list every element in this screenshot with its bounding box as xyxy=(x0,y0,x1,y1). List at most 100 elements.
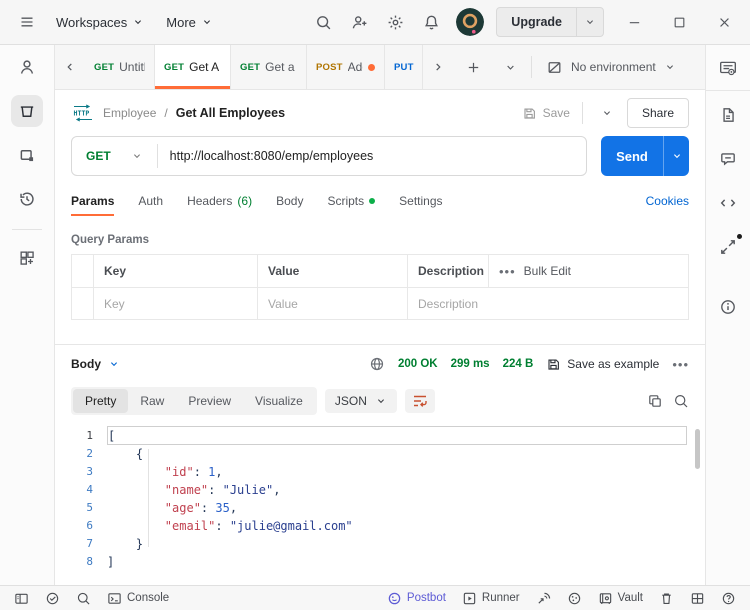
code-line[interactable]: 5 "age": 35, xyxy=(67,499,701,517)
request-tab[interactable]: PUT xyxy=(385,45,423,89)
close-button[interactable] xyxy=(710,8,738,36)
code-snippet-button[interactable] xyxy=(712,187,744,219)
environment-selector[interactable]: No environment xyxy=(536,45,686,89)
related-requests-button[interactable] xyxy=(712,231,744,263)
bulk-edit-button[interactable]: ••• Bulk Edit xyxy=(488,255,688,287)
key-input[interactable]: Key xyxy=(93,288,257,319)
response-size[interactable]: 224 B xyxy=(503,358,534,370)
search-button[interactable] xyxy=(308,7,338,37)
share-button[interactable]: Share xyxy=(626,98,689,128)
status-badge[interactable]: 200 OK xyxy=(398,358,438,370)
response-options-button[interactable]: ••• xyxy=(672,358,689,371)
response-body-label: Body xyxy=(71,357,101,371)
tab-headers[interactable]: Headers (6) xyxy=(187,182,252,220)
cookies-link[interactable]: Cookies xyxy=(646,194,689,208)
svg-text:HTTP: HTTP xyxy=(74,110,90,118)
request-tab[interactable]: GET Get a xyxy=(231,45,307,89)
tab-body[interactable]: Body xyxy=(276,182,303,220)
capture-requests-button[interactable] xyxy=(530,586,557,610)
save-options-button[interactable] xyxy=(595,101,619,125)
settings-button[interactable] xyxy=(380,7,410,37)
layout-icon xyxy=(690,591,705,606)
response-body-editor[interactable]: 1[2 {3 "id": 1, 4 "name": "Julie", 5 "age"… xyxy=(67,421,701,585)
upgrade-button[interactable]: Upgrade xyxy=(496,7,604,37)
request-tab[interactable]: GET Untitle xyxy=(85,45,155,89)
sidebar-item-history[interactable] xyxy=(11,183,43,215)
grid-plus-icon xyxy=(18,249,36,267)
tab-options-button[interactable] xyxy=(493,45,527,89)
save-button[interactable]: Save xyxy=(522,106,570,121)
chevron-down-icon[interactable] xyxy=(576,8,603,36)
sidebar-item-profile[interactable] xyxy=(11,51,43,83)
response-body-selector[interactable]: Body xyxy=(71,357,120,371)
tab-params[interactable]: Params xyxy=(71,182,115,220)
response-time[interactable]: 299 ms xyxy=(451,358,490,370)
runner-button[interactable]: Runner xyxy=(456,586,526,610)
network-info-icon[interactable] xyxy=(369,356,385,372)
sidebar-item-collections[interactable] xyxy=(11,95,43,127)
notifications-button[interactable] xyxy=(416,7,446,37)
sidebar-item-more-tools[interactable] xyxy=(11,242,43,274)
console-label: Console xyxy=(127,592,170,604)
scroll-tabs-left-button[interactable] xyxy=(55,45,85,89)
postbot-button[interactable]: Postbot xyxy=(381,586,452,610)
scrollbar-thumb[interactable] xyxy=(695,429,700,469)
console-button[interactable]: Console xyxy=(101,586,175,610)
wrap-lines-button[interactable] xyxy=(404,389,435,413)
help-button[interactable] xyxy=(715,586,742,610)
main-area: GET Untitle GET Get A GET Get a POST Add… xyxy=(55,45,705,585)
code-line[interactable]: 1[ xyxy=(67,426,701,445)
sidebar-divider xyxy=(12,229,42,230)
view-tab-raw[interactable]: Raw xyxy=(128,389,176,413)
view-tab-preview[interactable]: Preview xyxy=(176,389,243,413)
description-input[interactable]: Description xyxy=(407,288,688,319)
search-response-icon[interactable] xyxy=(673,393,689,409)
find-replace-button[interactable] xyxy=(70,586,97,610)
trash-button[interactable] xyxy=(653,586,680,610)
request-tab-active[interactable]: GET Get A xyxy=(155,45,231,89)
format-selector[interactable]: JSON xyxy=(324,389,397,413)
copy-icon[interactable] xyxy=(647,393,663,409)
code-line[interactable]: 7 } xyxy=(67,535,701,553)
method-selector[interactable]: GET xyxy=(72,149,157,163)
request-tab[interactable]: POST Add xyxy=(307,45,385,89)
code-line[interactable]: 8] xyxy=(67,553,701,571)
view-tab-visualize[interactable]: Visualize xyxy=(243,389,315,413)
maximize-button[interactable] xyxy=(665,8,693,36)
cookies-button[interactable] xyxy=(561,586,588,610)
new-tab-button[interactable] xyxy=(453,45,493,89)
breadcrumb-collection[interactable]: Employee xyxy=(103,106,156,120)
tab-settings[interactable]: Settings xyxy=(399,182,442,220)
view-tab-pretty[interactable]: Pretty xyxy=(73,389,129,413)
unsaved-changes-dot xyxy=(368,63,375,71)
tab-authorization[interactable]: Auth xyxy=(138,182,163,220)
value-input[interactable]: Value xyxy=(257,288,407,319)
request-title[interactable]: Get All Employees xyxy=(176,106,285,120)
vault-button[interactable]: Vault xyxy=(592,586,649,610)
two-pane-view-button[interactable] xyxy=(684,586,711,610)
sidebar-item-environments[interactable] xyxy=(11,139,43,171)
scroll-tabs-right-button[interactable] xyxy=(423,45,453,89)
toggle-sidebar-button[interactable] xyxy=(8,586,35,610)
send-options-button[interactable] xyxy=(663,136,689,176)
code-line[interactable]: 6 "email": "julie@gmail.com" xyxy=(67,517,701,535)
documentation-button[interactable] xyxy=(712,99,744,131)
invite-button[interactable] xyxy=(344,7,374,37)
code-line[interactable]: 4 "name": "Julie", xyxy=(67,481,701,499)
send-button[interactable]: Send xyxy=(601,136,689,176)
environment-quick-look-button[interactable] xyxy=(712,52,744,84)
main-menu-button[interactable] xyxy=(12,7,42,37)
code-line[interactable]: 3 "id": 1, xyxy=(67,463,701,481)
tab-scripts[interactable]: Scripts xyxy=(327,182,376,220)
breadcrumb-separator: / xyxy=(164,106,168,120)
minimize-button[interactable] xyxy=(620,8,648,36)
status-ok-button[interactable] xyxy=(39,586,66,610)
save-as-example-button[interactable]: Save as example xyxy=(546,357,659,372)
code-line[interactable]: 2 { xyxy=(67,445,701,463)
user-avatar[interactable] xyxy=(456,8,485,36)
info-button[interactable] xyxy=(712,291,744,323)
url-input[interactable] xyxy=(157,149,586,163)
more-menu[interactable]: More xyxy=(158,7,221,37)
workspaces-menu[interactable]: Workspaces xyxy=(48,7,152,37)
comments-button[interactable] xyxy=(712,143,744,175)
